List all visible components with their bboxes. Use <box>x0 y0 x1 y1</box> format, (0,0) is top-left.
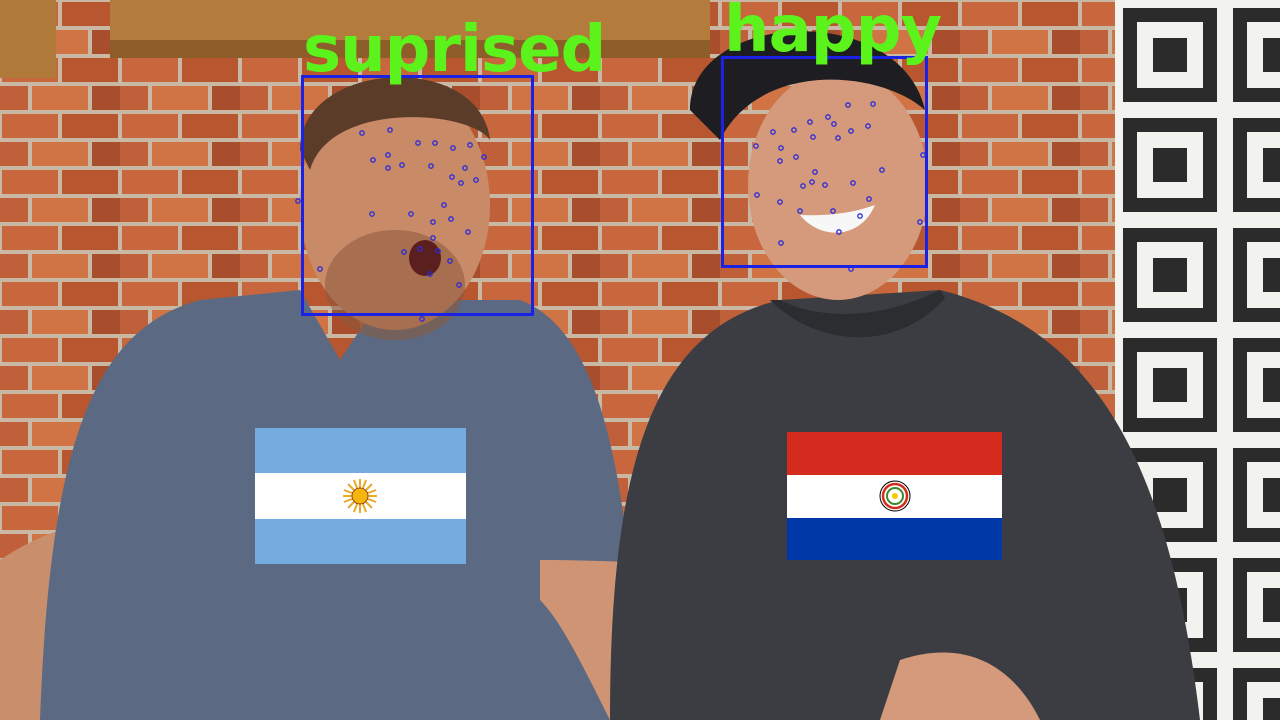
face-bounding-box <box>301 75 534 316</box>
paraguay-flag-icon <box>787 432 1002 560</box>
emotion-detection-frame: suprised happy <box>0 0 1280 720</box>
coat-of-arms-icon <box>879 480 911 512</box>
sun-of-may-icon <box>343 479 377 513</box>
emotion-label: happy <box>724 0 942 67</box>
argentina-flag-icon <box>255 428 466 564</box>
emotion-label: suprised <box>303 13 606 87</box>
face-bounding-box <box>721 56 928 268</box>
video-frame-background <box>0 0 1280 720</box>
